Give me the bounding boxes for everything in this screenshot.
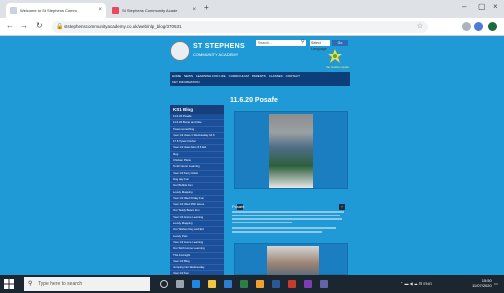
site-search-input[interactable]: Search... (256, 40, 306, 46)
nav-link[interactable]: CURRICULUM (229, 74, 249, 78)
browser-tab-strip: Welcome to St Stephens Comm × St Stephen… (0, 0, 504, 18)
golden-apple-logo-icon (328, 49, 342, 63)
favicon-icon (10, 7, 17, 14)
nav-link[interactable]: LEARNING FOR LIFE (196, 74, 226, 78)
partner-logo-text: the Golden Apple (326, 65, 350, 69)
system-tray-icons[interactable]: ⌃ ▬ ◀ ☁ ⊟ ENG (400, 281, 432, 286)
nav-link[interactable]: CLASSES (269, 74, 283, 78)
post-text-body (232, 211, 348, 235)
clock-date: 11/07/2020 (472, 283, 492, 288)
nav-link[interactable]: CONTACT (286, 74, 300, 78)
browser-tab-inactive[interactable]: St Stephens Community Acade × (108, 3, 200, 18)
gallery-next-button[interactable]: › (339, 204, 345, 210)
search-icon[interactable]: ⚲ (301, 39, 305, 45)
close-tab-icon[interactable]: × (192, 3, 196, 18)
windows-taskbar: ⚲ Type here to search ⌃ ▬ ◀ ☁ ⊟ ENG 15:5… (0, 275, 504, 293)
search-icon: ⚲ (28, 281, 33, 287)
windows-start-icon[interactable] (4, 279, 14, 289)
forward-icon[interactable]: → (20, 21, 28, 30)
post-photo[interactable] (269, 114, 313, 188)
profile-icon[interactable] (474, 22, 483, 31)
nav-link[interactable]: PARENTS (252, 74, 266, 78)
close-tab-icon[interactable]: × (98, 3, 102, 18)
photo-gallery-2 (234, 243, 348, 276)
school-name[interactable]: ST STEPHENS (193, 43, 245, 50)
site-navigation: HOME NEWS LEARNING FOR LIFE CURRICULUM PAREN… (170, 72, 350, 86)
sidebar-title: KS1 Blog (170, 105, 224, 114)
nav-link[interactable]: HOME (172, 74, 181, 78)
school-crest-icon[interactable] (170, 41, 190, 61)
onenote-icon[interactable] (304, 280, 312, 288)
photo-gallery: ‹ › (234, 111, 348, 210)
teams-icon[interactable] (320, 280, 328, 288)
new-tab-button[interactable]: + (204, 3, 209, 12)
address-bar-row: ← → ↻ 🔒 ststephenscommunityacademy.co.uk… (0, 18, 504, 36)
extension-icon[interactable] (462, 22, 471, 31)
cortana-icon[interactable] (160, 280, 168, 288)
nav-link[interactable]: KEY INFORMATION (172, 80, 200, 84)
file-explorer-icon[interactable] (208, 280, 216, 288)
excel-icon[interactable] (240, 280, 248, 288)
tab-label: Welcome to St Stephens Comm (20, 8, 77, 13)
blog-post: 11.6.20 Posafe ‹ › Posafe (228, 95, 350, 276)
maximize-button[interactable]: ▢ (478, 2, 486, 11)
taskbar-search-placeholder: Type here to search (38, 281, 83, 287)
task-view-icon[interactable] (176, 280, 184, 288)
chrome-icon[interactable] (256, 280, 264, 288)
tab-label: St Stephens Community Acade (122, 8, 178, 13)
taskbar-clock[interactable]: 15:50 11/07/2020 (472, 278, 492, 288)
account-avatar-icon[interactable] (488, 22, 497, 31)
blog-sidebar: KS1 Blog 11.6.20 Posafe 11.6.20 Bump and … (170, 105, 224, 275)
favicon-icon (112, 7, 119, 14)
lock-icon: 🔒 (56, 24, 64, 30)
school-subtitle: COMMUNITY ACADEMY (193, 52, 239, 57)
notifications-icon[interactable]: ▭ (494, 281, 498, 286)
post-title: 11.6.20 Posafe (230, 97, 278, 104)
nav-link[interactable]: NEWS (184, 74, 193, 78)
go-button[interactable]: Go (332, 40, 348, 46)
store-icon[interactable] (224, 280, 232, 288)
edge-icon[interactable] (192, 280, 200, 288)
back-icon[interactable]: ← (6, 21, 14, 30)
language-select[interactable]: Select Language (310, 40, 330, 51)
word-icon[interactable] (272, 280, 280, 288)
minimize-button[interactable]: – (462, 2, 466, 11)
url-text: ststephenscommunityacademy.co.uk/web/nlp… (64, 24, 182, 29)
powerpoint-icon[interactable] (288, 280, 296, 288)
browser-tab-active[interactable]: Welcome to St Stephens Comm × (6, 3, 106, 18)
url-input[interactable]: 🔒 ststephenscommunityacademy.co.uk/web/n… (52, 21, 428, 33)
close-window-button[interactable]: × (493, 2, 498, 11)
post-photo-2[interactable] (267, 246, 319, 276)
reload-icon[interactable]: ↻ (36, 21, 43, 30)
site-header (0, 36, 504, 72)
bookmark-star-icon[interactable]: ☆ (417, 22, 423, 30)
post-section-label: Posafe (232, 204, 245, 209)
taskbar-search-box[interactable]: ⚲ Type here to search (24, 277, 150, 291)
